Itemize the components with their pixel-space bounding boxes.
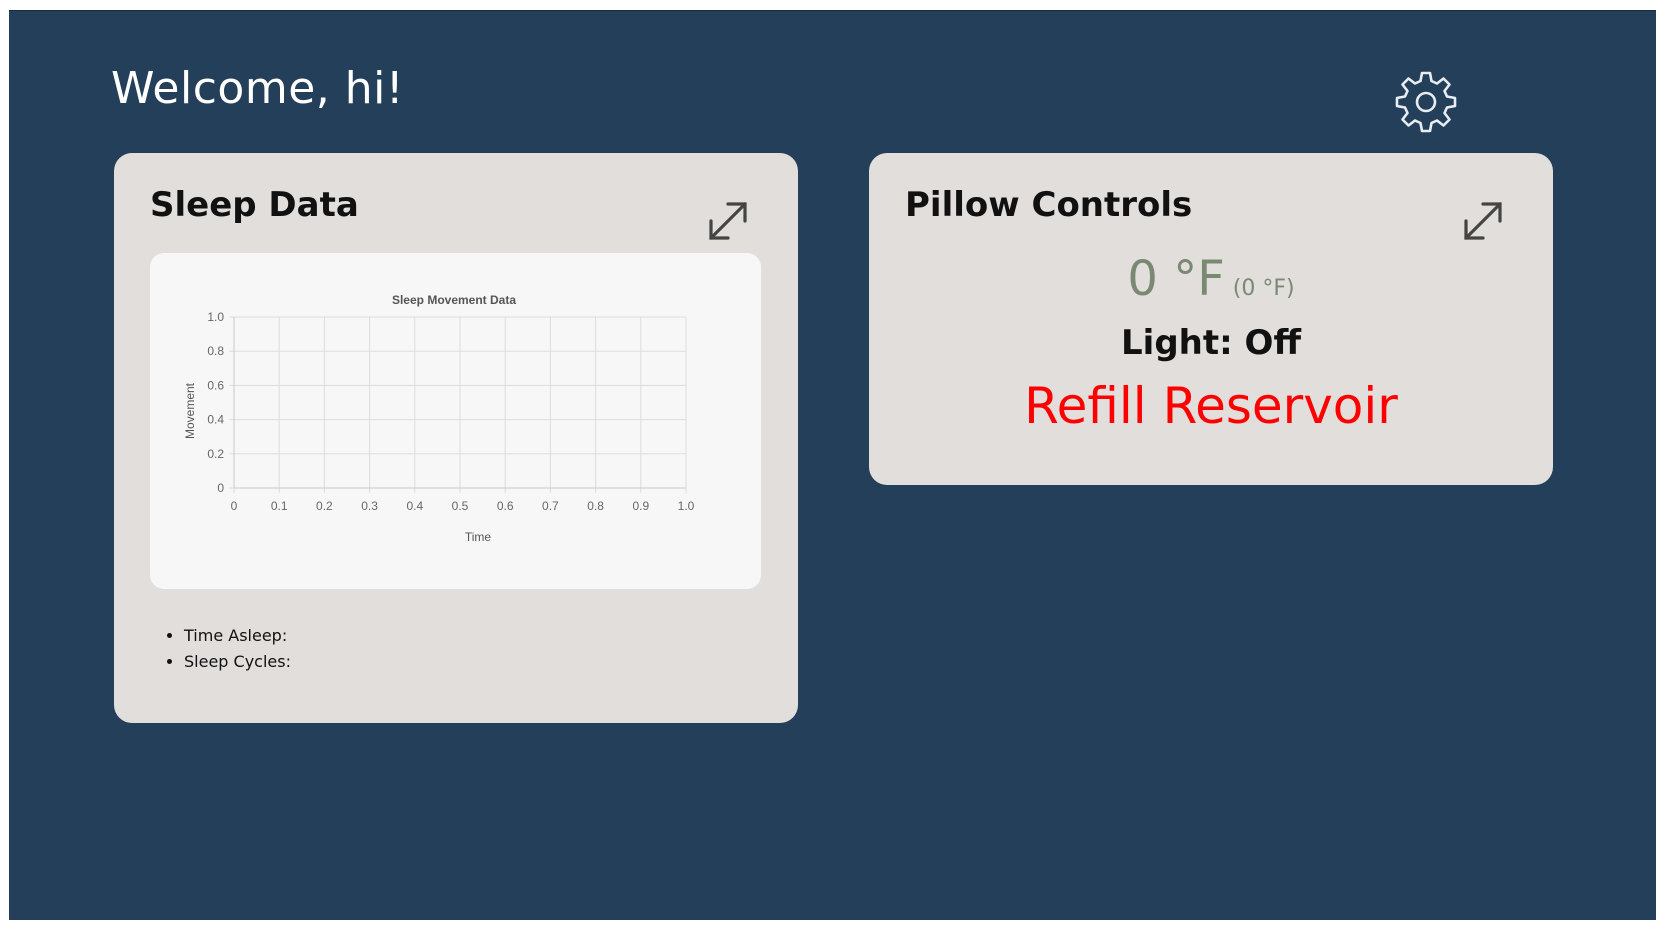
gear-icon[interactable] (1391, 67, 1461, 137)
sleep-card-title: Sleep Data (150, 185, 359, 225)
pillow-card-title: Pillow Controls (905, 185, 1193, 225)
y-axis-label: Movement (183, 382, 197, 439)
y-tick-label: 0.4 (207, 413, 224, 427)
temperature-secondary: (0 °F) (1232, 276, 1295, 301)
x-tick-label: 0.6 (497, 499, 514, 513)
app-frame: Welcome, hi! Sleep Data Sleep Movement D… (9, 10, 1656, 920)
x-tick-label: 0.8 (587, 499, 604, 513)
x-tick-label: 0 (231, 499, 238, 513)
pillow-controls-card: Pillow Controls 0 °F (0 °F) Light: Off Re… (869, 153, 1553, 485)
x-tick-label: 0.7 (542, 499, 559, 513)
expand-arrows-icon[interactable] (1461, 199, 1505, 243)
x-tick-label: 0.4 (406, 499, 423, 513)
x-axis-label: Time (465, 530, 492, 544)
y-tick-label: 0.6 (207, 378, 224, 392)
x-tick-label: 0.1 (271, 499, 288, 513)
chart-panel: Sleep Movement Data 0 0.1 0.2 0.3 0.4 0.5 0.6 0… (150, 253, 761, 589)
x-tick-label: 0.9 (632, 499, 649, 513)
welcome-heading: Welcome, hi! (111, 63, 404, 114)
x-tick-label: 1.0 (678, 499, 695, 513)
stat-sleep-cycles: Sleep Cycles: (184, 649, 291, 675)
chart-grid (229, 316, 687, 493)
y-tick-label: 0.2 (207, 447, 224, 461)
chart-ticks: 0 0.1 0.2 0.3 0.4 0.5 0.6 0.7 0.8 0.9 1.0 0 0.2 0.4 0.… (207, 310, 694, 513)
x-tick-label: 0.5 (452, 499, 469, 513)
y-tick-label: 0.8 (207, 344, 224, 358)
stat-time-asleep: Time Asleep: (184, 623, 291, 649)
expand-arrows-icon[interactable] (706, 199, 750, 243)
refill-reservoir-alert[interactable]: Refill Reservoir (869, 377, 1553, 435)
temperature-display: 0 °F (0 °F) (869, 251, 1553, 307)
sleep-movement-chart: Sleep Movement Data 0 0.1 0.2 0.3 0.4 0.5 0.6 0… (183, 293, 695, 544)
temperature-value: 0 °F (1127, 251, 1225, 307)
chart-title: Sleep Movement Data (392, 293, 516, 307)
sleep-stats-list: Time Asleep: Sleep Cycles: (150, 623, 291, 675)
y-tick-label: 1.0 (207, 310, 224, 324)
x-tick-label: 0.2 (316, 499, 333, 513)
light-status: Light: Off (1121, 323, 1301, 363)
sleep-data-card: Sleep Data Sleep Movement Data 0 0.1 0.2 0.… (114, 153, 798, 723)
y-tick-label: 0 (217, 481, 224, 495)
x-tick-label: 0.3 (361, 499, 378, 513)
